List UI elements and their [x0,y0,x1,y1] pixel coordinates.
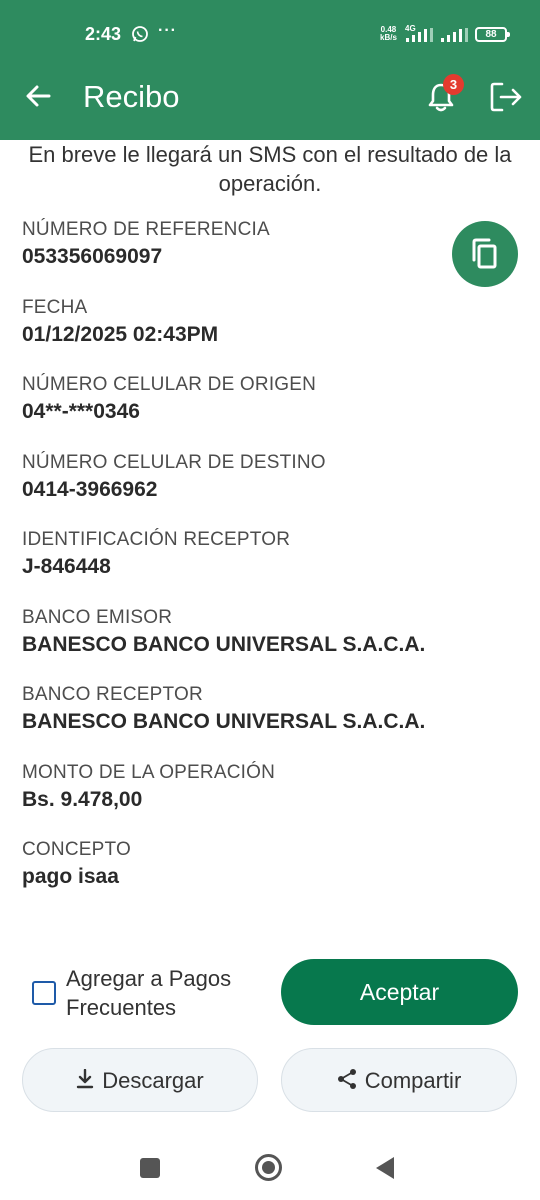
accept-button[interactable]: Aceptar [281,959,518,1025]
page-title: Recibo [83,79,180,114]
frequent-payments-label[interactable]: Agregar a Pagos Frecuentes [66,964,276,1022]
download-button[interactable]: Descargar [22,1048,258,1112]
battery-icon: 88 [475,27,510,42]
back-arrow-icon[interactable] [22,80,54,112]
field-value: BANESCO BANCO UNIVERSAL S.A.C.A. [22,710,426,733]
field-label: NÚMERO CELULAR DE ORIGEN [22,374,317,395]
field-issuing-bank: BANCO EMISOR BANESCO BANCO UNIVERSAL S.A… [22,605,482,659]
download-icon [77,1069,94,1089]
download-label: Descargar [102,1068,204,1094]
share-label: Compartir [364,1068,462,1094]
field-label: NÚMERO DE REFERENCIA [22,219,270,240]
field-amount: MONTO DE LA OPERACIÓN Bs. 9.478,00 [22,760,482,814]
copy-icon [472,238,497,269]
network-speed: 0.48 kB/s [380,25,397,42]
status-more-icon: ··· [158,22,177,39]
field-value: 053356069097 [22,245,163,268]
frequent-payments-checkbox[interactable] [32,981,56,1005]
field-value: 04**-***0346 [22,400,140,423]
field-reference: NÚMERO DE REFERENCIA 053356069097 [22,217,482,271]
signal-icon-2 [441,28,468,42]
field-value: BANESCO BANCO UNIVERSAL S.A.C.A. [22,633,426,656]
field-label: CONCEPTO [22,839,131,860]
home-icon[interactable] [255,1154,282,1181]
field-label: NÚMERO CELULAR DE DESTINO [22,452,326,473]
field-date: FECHA 01/12/2025 02:43PM [22,295,482,349]
field-label: FECHA [22,297,88,318]
notification-badge: 3 [443,74,464,95]
field-origin-phone: NÚMERO CELULAR DE ORIGEN 04**-***0346 [22,372,482,426]
whatsapp-icon [132,26,148,42]
logout-icon[interactable] [488,80,524,114]
field-value: 0414-3966962 [22,478,158,501]
field-receiving-bank: BANCO RECEPTOR BANESCO BANCO UNIVERSAL S… [22,682,482,736]
field-label: BANCO EMISOR [22,607,173,628]
recents-icon[interactable] [140,1158,160,1178]
field-label: MONTO DE LA OPERACIÓN [22,762,276,783]
field-concept: CONCEPTO pago isaa [22,837,482,891]
signal-icon [406,28,433,42]
status-bar: 2:43 ··· 0.48 kB/s 4G 88 [0,0,540,68]
app-header: 2:43 ··· 0.48 kB/s 4G 88 Recibo 3 [0,0,540,140]
field-value: J-846448 [22,555,111,578]
field-receiver-id: IDENTIFICACIÓN RECEPTOR J-846448 [22,527,482,581]
field-label: IDENTIFICACIÓN RECEPTOR [22,529,291,550]
sms-notice: En breve le llegará un SMS con el result… [28,142,512,196]
back-icon[interactable] [376,1157,394,1179]
copy-button[interactable] [452,221,518,287]
field-destination-phone: NÚMERO CELULAR DE DESTINO 0414-3966962 [22,450,482,504]
field-value: Bs. 9.478,00 [22,788,143,811]
share-icon [337,1069,356,1090]
status-time: 2:43 [85,24,122,44]
field-value: 01/12/2025 02:43PM [22,323,219,346]
share-button[interactable]: Compartir [281,1048,517,1112]
field-value: pago isaa [22,865,119,888]
field-label: BANCO RECEPTOR [22,684,203,705]
system-nav-bar [0,1135,540,1200]
